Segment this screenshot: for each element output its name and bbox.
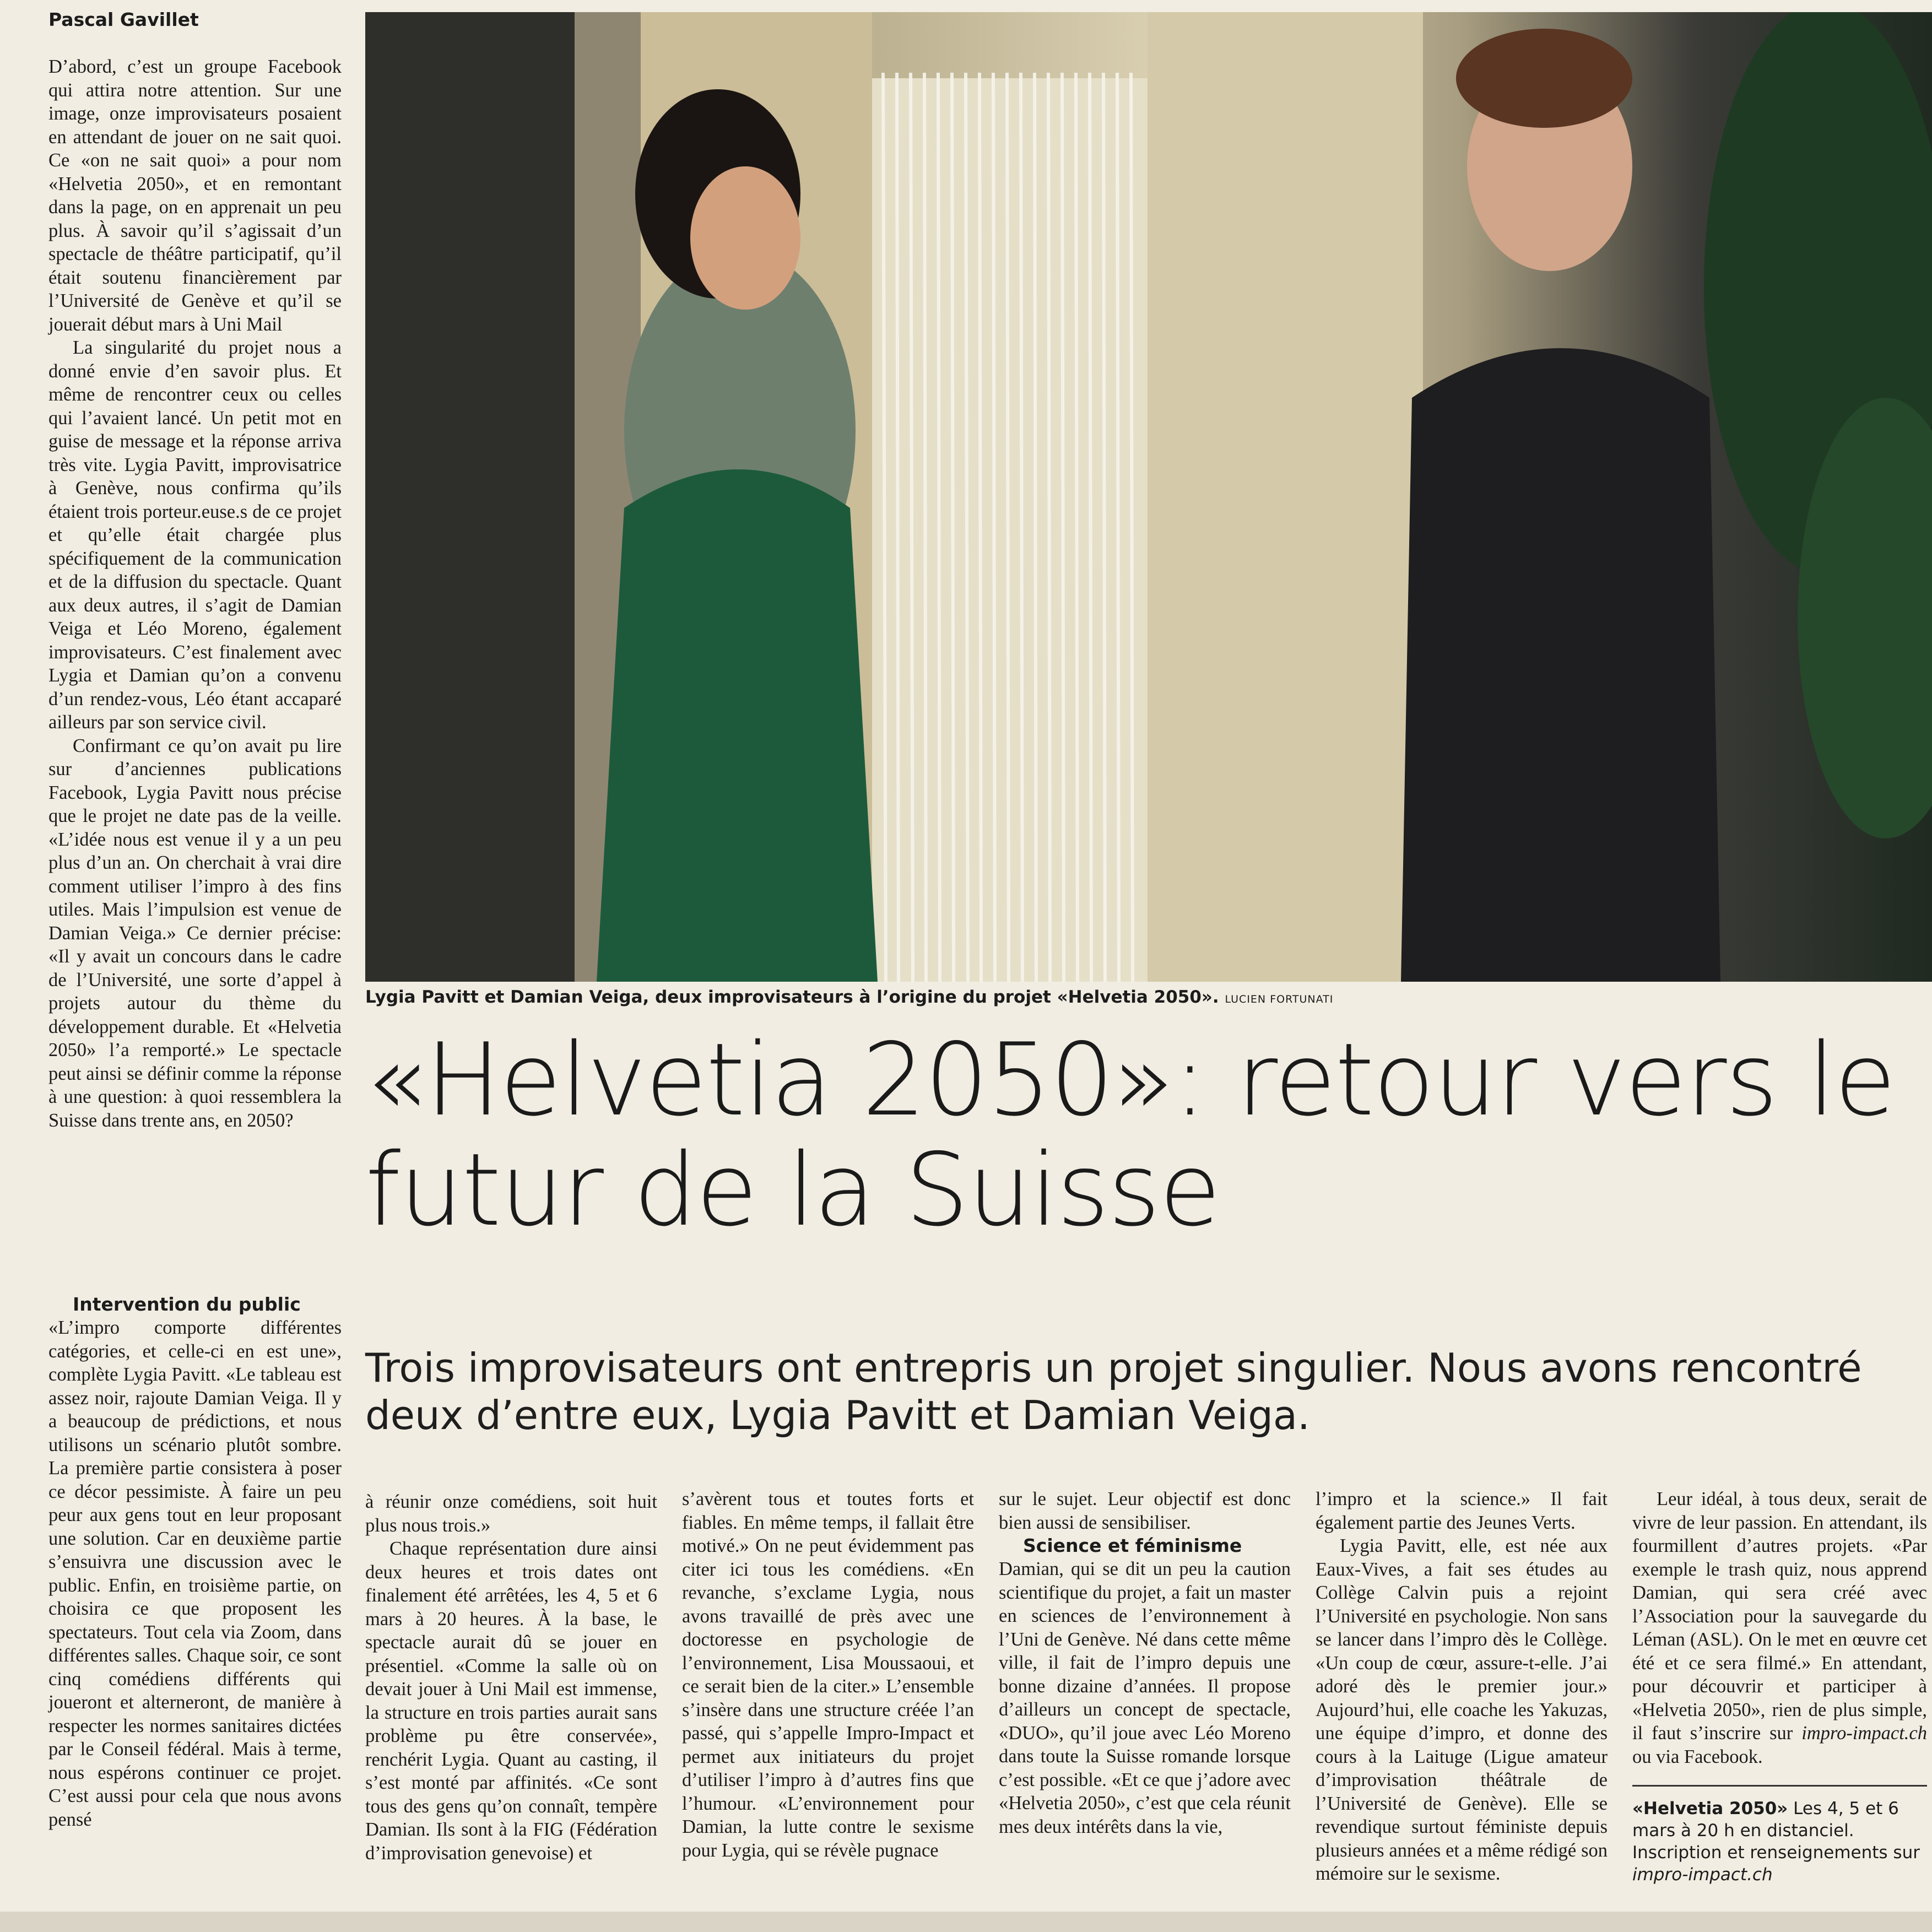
photo-caption: Lygia Pavitt et Damian Veiga, deux impro… <box>365 986 1577 1010</box>
article-column-1: D’abord, c’est un groupe Facebook qui at… <box>48 55 342 1132</box>
deck: Trois improvisateurs ont entrepris un pr… <box>365 1345 1862 1438</box>
paragraph: l’impro et la science.» Il fait égalemen… <box>1316 1489 1608 1533</box>
article-column-6: Leur idéal, à tous deux, serait de vivre… <box>1632 1487 1927 1886</box>
paragraph: sur le sujet. Leur objectif est donc bie… <box>999 1489 1291 1533</box>
article-column-1-lower: Intervention du public «L’impro comporte… <box>48 1293 342 1831</box>
subheading: Science et féminisme <box>1023 1535 1242 1556</box>
info-website-link[interactable]: impro-impact.ch <box>1632 1865 1773 1885</box>
article-column-3: s’avèrent tous et toutes forts et fiable… <box>682 1487 974 1862</box>
page-edge <box>0 1912 1932 1932</box>
paragraph: s’avèrent tous et toutes forts et fiable… <box>682 1489 974 1861</box>
paragraph: Damian, qui se dit un peu la caution sci… <box>999 1558 1291 1837</box>
paragraph: La singularité du projet nous a donné en… <box>48 337 342 733</box>
article-column-2: à réunir onze comédiens, soit huit plus … <box>365 1490 657 1865</box>
caption-text: Lygia Pavitt et Damian Veiga, deux impro… <box>365 987 1219 1007</box>
paragraph: Chaque représentation dure ainsi deux he… <box>365 1538 657 1864</box>
photo-illustration <box>365 12 1932 982</box>
article-column-5: l’impro et la science.» Il fait égalemen… <box>1316 1487 1608 1886</box>
paragraph: D’abord, c’est un groupe Facebook qui at… <box>48 56 342 335</box>
paragraph: à réunir onze comédiens, soit huit plus … <box>365 1491 657 1536</box>
paragraph-tail: ou via Facebook. <box>1632 1746 1763 1767</box>
article-photo <box>365 12 1932 982</box>
paragraph: «L’impro comporte différentes catégories… <box>48 1317 342 1830</box>
paragraph: Leur idéal, à tous deux, serait de vivre… <box>1632 1487 1927 1768</box>
paragraph-text: Leur idéal, à tous deux, serait de vivre… <box>1632 1489 1927 1744</box>
subheading: Intervention du public <box>73 1294 301 1315</box>
headline: «Helvetia 2050»: retour vers le futur de… <box>365 1021 1896 1248</box>
info-box: «Helvetia 2050» Les 4, 5 et 6 mars à 20 … <box>1632 1785 1927 1886</box>
paragraph: Confirmant ce qu’on avait pu lire sur d’… <box>48 735 342 1131</box>
article-column-4: sur le sujet. Leur objectif est donc bie… <box>999 1487 1291 1838</box>
photo-credit: LUCIEN FORTUNATI <box>1225 993 1334 1005</box>
info-title: «Helvetia 2050» <box>1632 1799 1788 1819</box>
byline: Pascal Gavillet <box>48 9 199 30</box>
website-link[interactable]: impro-impact.ch <box>1801 1723 1927 1744</box>
paragraph: Lygia Pavitt, elle, est née aux Eaux-Viv… <box>1316 1535 1608 1884</box>
